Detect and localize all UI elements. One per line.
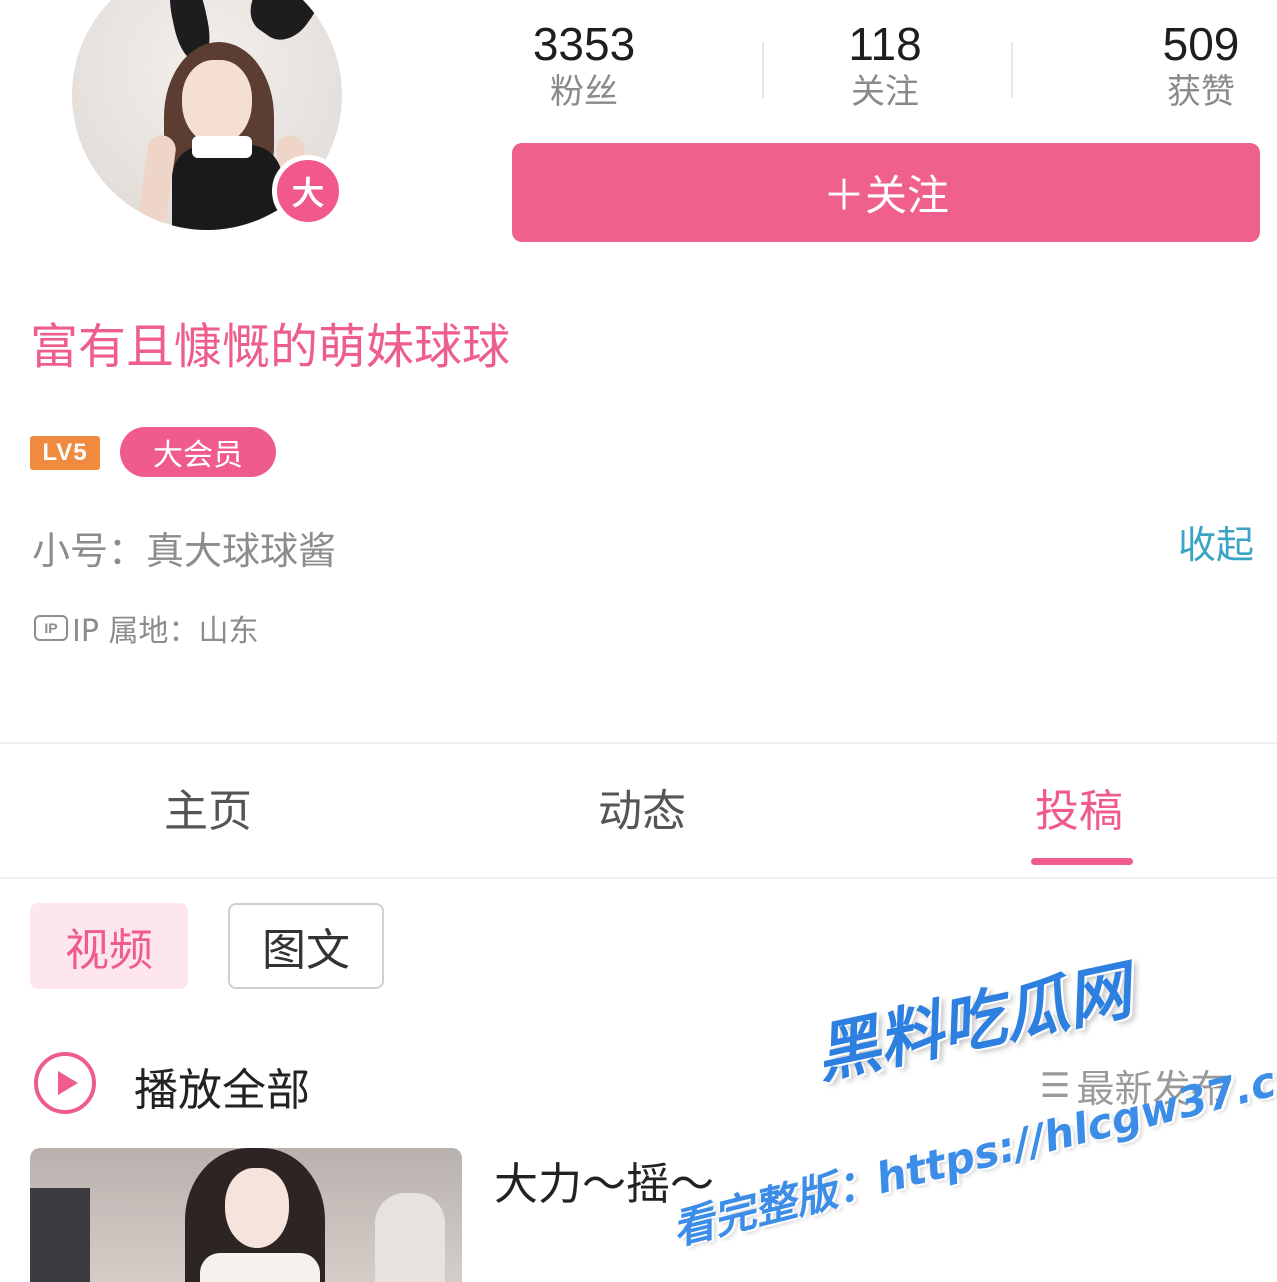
play-all-icon[interactable]: [34, 1052, 96, 1114]
tab-dynamic[interactable]: 动态: [598, 782, 686, 842]
tab-home[interactable]: 主页: [164, 782, 252, 842]
vip-avatar-badge: 大: [272, 155, 344, 227]
ip-icon: IP: [34, 615, 68, 641]
stat-likes-value: 509: [1162, 18, 1240, 70]
filter-video-chip[interactable]: 视频: [30, 903, 188, 989]
play-all-button[interactable]: 播放全部: [134, 1054, 310, 1118]
stat-following[interactable]: 118 关注: [795, 18, 975, 114]
avatar-collar: [192, 136, 252, 158]
alt-account-text: 小号：真大球球酱: [32, 529, 337, 573]
bunny-ear-right: [239, 0, 335, 50]
play-triangle-icon: [58, 1071, 78, 1095]
stat-divider: [762, 42, 764, 98]
filter-text-chip[interactable]: 图文: [228, 903, 384, 989]
collapse-link[interactable]: 收起: [1178, 514, 1254, 569]
stat-following-value: 118: [848, 18, 922, 70]
thumbnail-outfit: [200, 1253, 320, 1282]
stat-fans-value: 3353: [532, 18, 636, 70]
username: 富有且慷慨的萌妹球球: [30, 319, 511, 375]
ip-location: IP IP 属地：山东: [34, 606, 258, 650]
avatar-face: [182, 60, 252, 145]
tab-posts[interactable]: 投稿: [1035, 782, 1123, 842]
stat-divider: [1011, 42, 1013, 98]
stat-following-label: 关注: [851, 72, 919, 112]
thumbnail-background: [30, 1188, 90, 1282]
stat-fans-label: 粉丝: [550, 72, 618, 112]
ip-location-text: IP 属地：山东: [72, 614, 259, 649]
level-badge: LV5: [30, 436, 100, 470]
avatar[interactable]: 大: [72, 0, 344, 230]
follow-button[interactable]: ＋关注: [512, 143, 1260, 242]
active-tab-indicator: [1031, 858, 1133, 865]
tabs-divider: [0, 877, 1277, 879]
stat-fans[interactable]: 3353 粉丝: [494, 18, 674, 114]
video-thumbnail[interactable]: [30, 1148, 462, 1282]
stat-likes-label: 获赞: [1167, 72, 1235, 112]
thumbnail-door: [375, 1193, 445, 1282]
stat-likes[interactable]: 509 获赞: [1111, 18, 1277, 114]
section-divider: [0, 742, 1277, 744]
thumbnail-face: [225, 1168, 289, 1248]
vip-badge[interactable]: 大会员: [120, 427, 276, 477]
